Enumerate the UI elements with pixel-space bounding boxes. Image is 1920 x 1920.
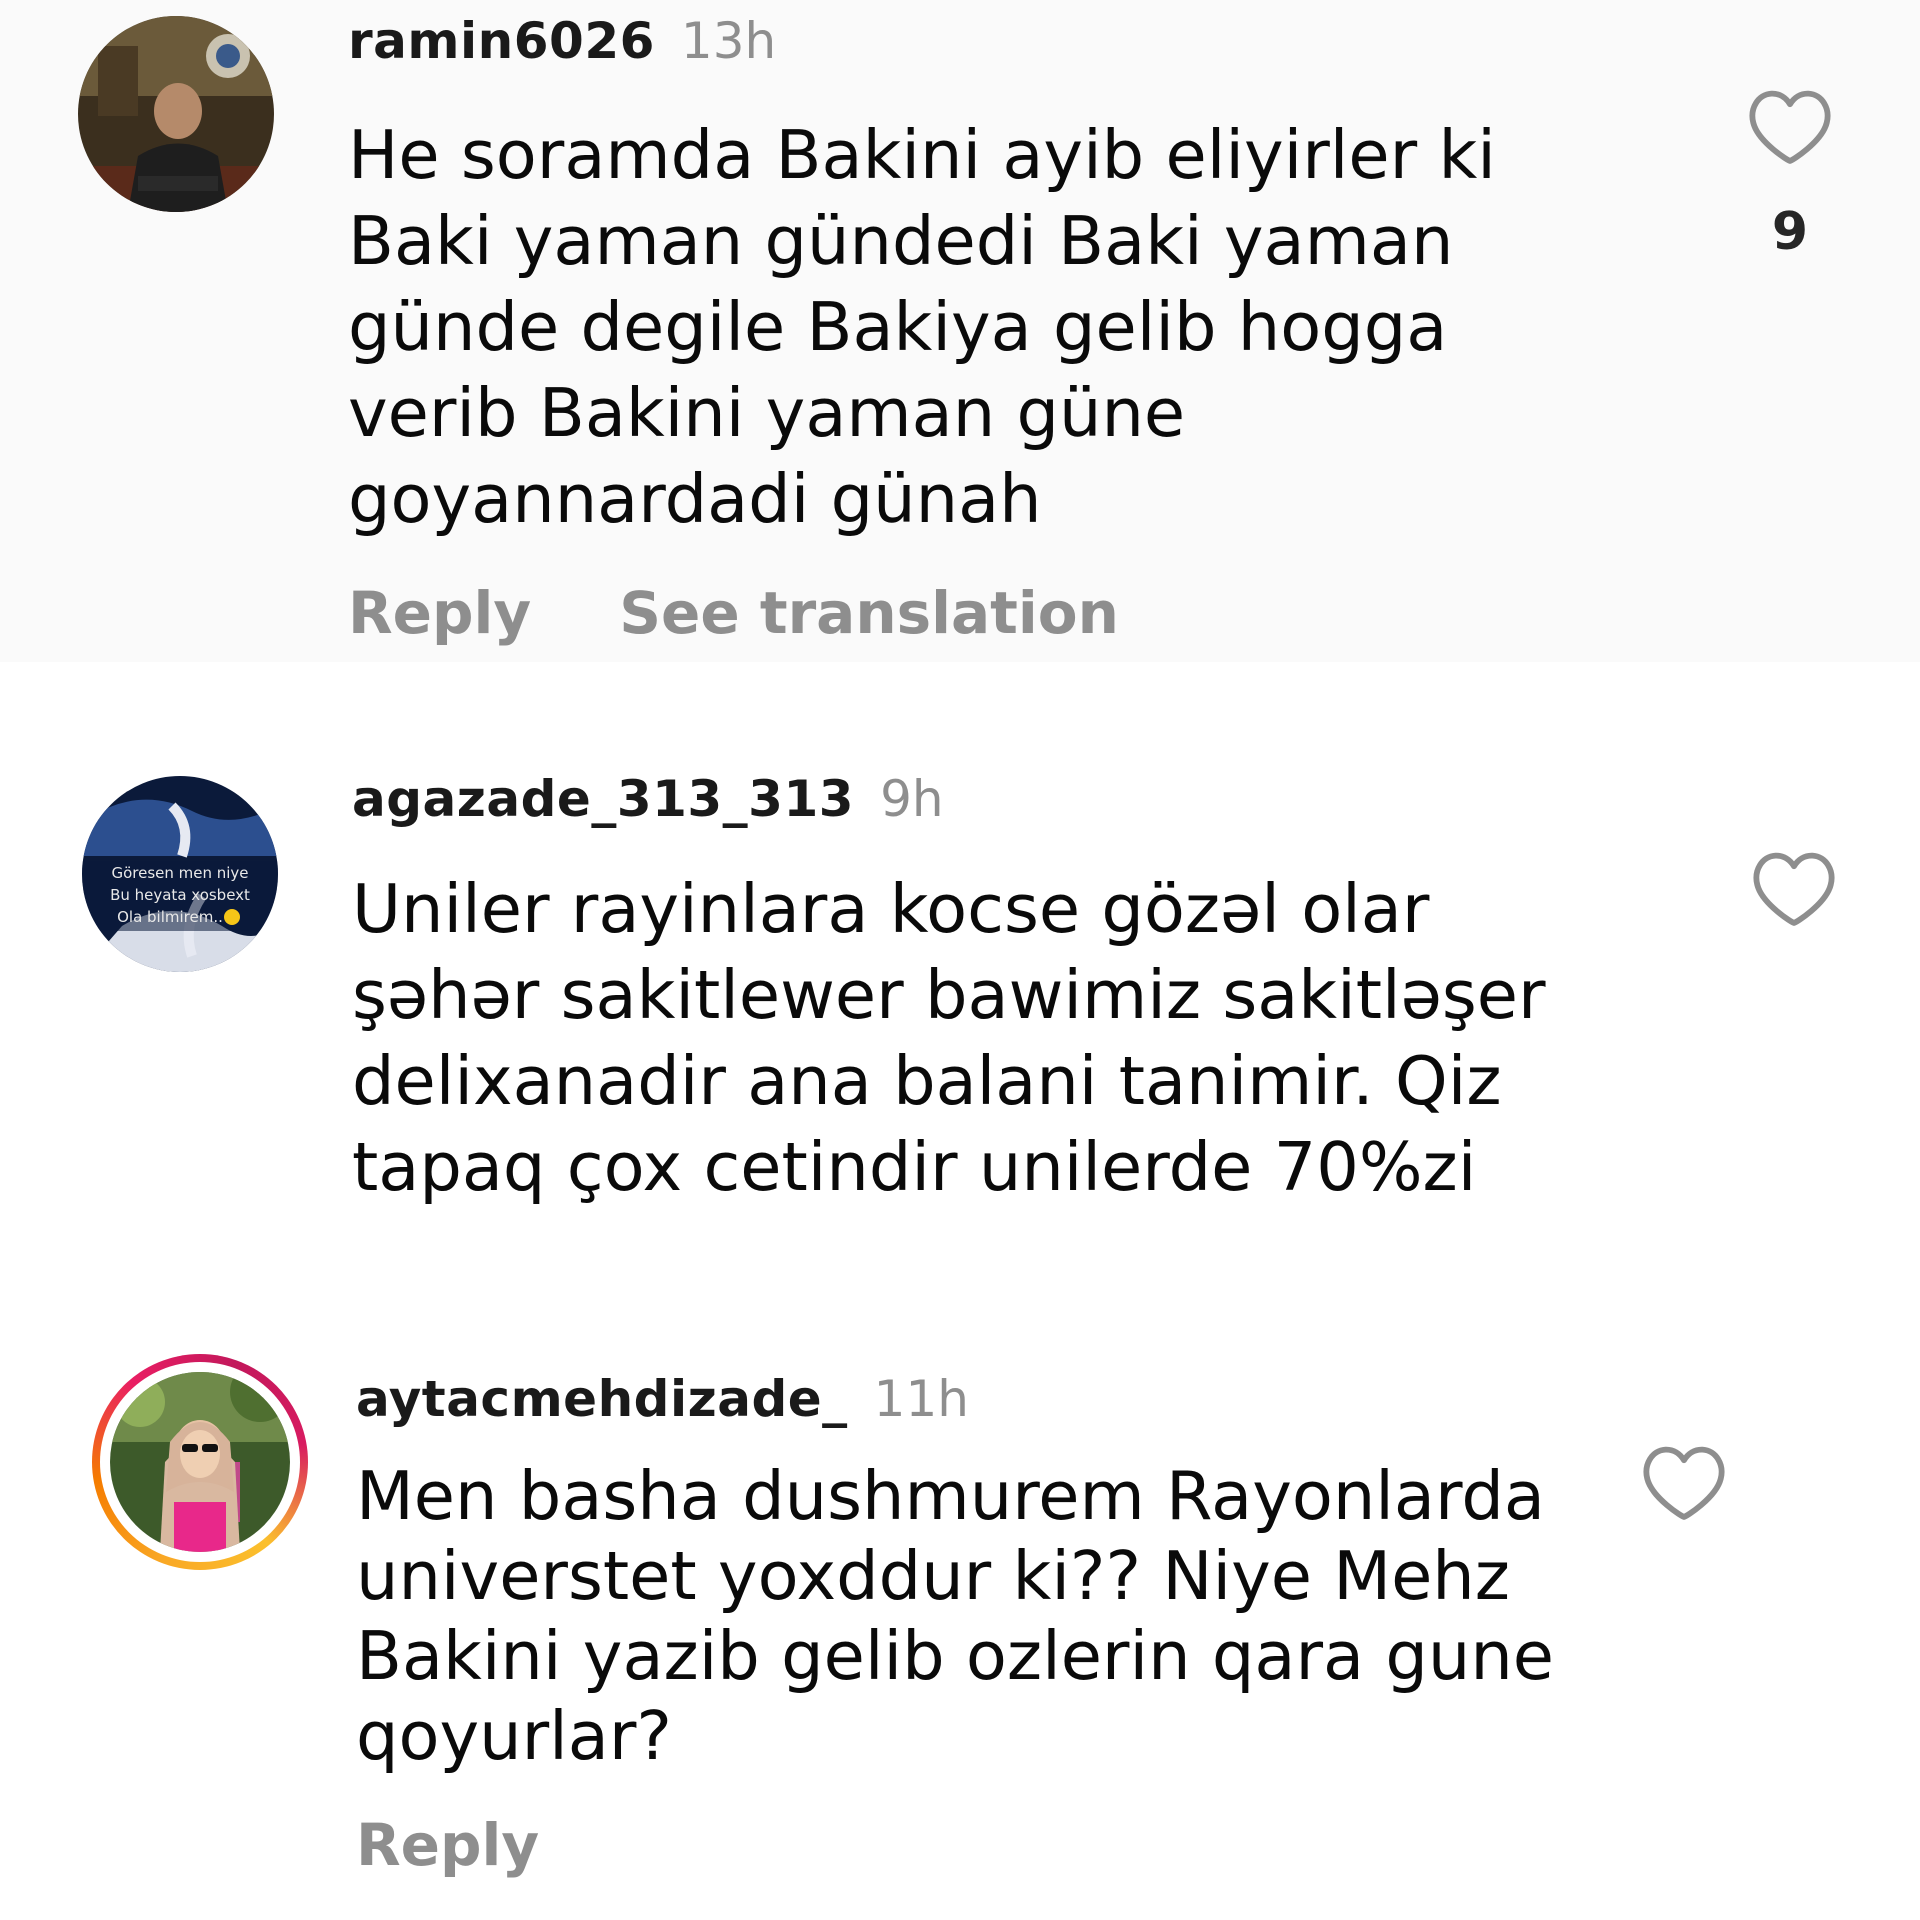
username[interactable]: aytacmehdizade_ (356, 1370, 848, 1428)
comment-header: aytacmehdizade_ 11h (356, 1374, 969, 1424)
comment-line: qoyurlar? (356, 1697, 672, 1775)
comment-line: goyannardadi günah (348, 460, 1042, 538)
heart-outline-icon[interactable] (1640, 1442, 1728, 1522)
comment-item: aytacmehdizade_ 11h Men basha dushmurem R… (0, 1246, 1920, 1920)
comment-line: şəhər sakitlewer bawimiz sakitləşer (352, 956, 1546, 1034)
comment-line: Men basha dushmurem Rayonlarda (356, 1457, 1545, 1535)
comment-header: ramin6026 13h (348, 16, 776, 66)
comment-line: Bakini yazib gelib ozlerin qara gune (356, 1617, 1555, 1695)
story-ring[interactable] (92, 1354, 308, 1570)
comment-line: He soramda Bakini ayib eliyirler ki (348, 116, 1496, 194)
heart-outline-icon[interactable] (1750, 848, 1838, 928)
avatar[interactable]: Göresen men niye Bu heyata xosbext Ola b… (82, 776, 278, 972)
avatar[interactable] (110, 1372, 290, 1552)
timestamp: 11h (873, 1370, 969, 1428)
timestamp: 13h (680, 12, 777, 70)
reply-button[interactable]: Reply (348, 584, 531, 642)
comment-text: Men basha dushmurem Rayonlarda universte… (356, 1456, 1554, 1776)
heart-outline-icon[interactable] (1746, 86, 1834, 166)
comment-actions: Reply (356, 1816, 539, 1874)
comment-line: Uniler rayinlara kocse gözəl olar (352, 870, 1430, 948)
like-count: 9 (1771, 202, 1809, 262)
comment-line: delixanadir ana balani tanimir. Qiz (352, 1042, 1502, 1120)
username[interactable]: agazade_313_313 (352, 770, 854, 828)
comment-text: He soramda Bakini ayib eliyirler ki Baki… (348, 112, 1496, 542)
see-translation-button[interactable]: See translation (619, 584, 1119, 642)
comment-line: günde degile Bakiya gelib hogga (348, 288, 1448, 366)
avatar[interactable] (78, 16, 274, 212)
comment-header: agazade_313_313 9h (352, 774, 944, 824)
avatar-caption: Ola bilmirem.. (117, 908, 223, 926)
avatar-caption: Göresen men niye (111, 864, 248, 882)
avatar-caption: Bu heyata xosbext (110, 886, 250, 904)
comment-line: Baki yaman gündedi Baki yaman (348, 202, 1454, 280)
comment-line: universtet yoxddur ki?? Niye Mehz (356, 1537, 1510, 1615)
username[interactable]: ramin6026 (348, 12, 655, 70)
timestamp: 9h (880, 770, 944, 828)
comment-item: ramin6026 13h He soramda Bakini ayib eliy… (0, 0, 1920, 662)
comment-actions: Reply See translation (348, 584, 1119, 642)
comment-item: Göresen men niye Bu heyata xosbext Ola b… (0, 662, 1920, 1246)
comment-text: Uniler rayinlara kocse gözəl olar şəhər … (352, 866, 1546, 1210)
comment-text-clip: Uniler rayinlara kocse gözəl olar şəhər … (352, 866, 1752, 1240)
comment-line: tapaq çox cetindir unilerde 70%zi (352, 1128, 1477, 1206)
comment-line: verib Bakini yaman güne (348, 374, 1186, 452)
reply-button[interactable]: Reply (356, 1816, 539, 1874)
